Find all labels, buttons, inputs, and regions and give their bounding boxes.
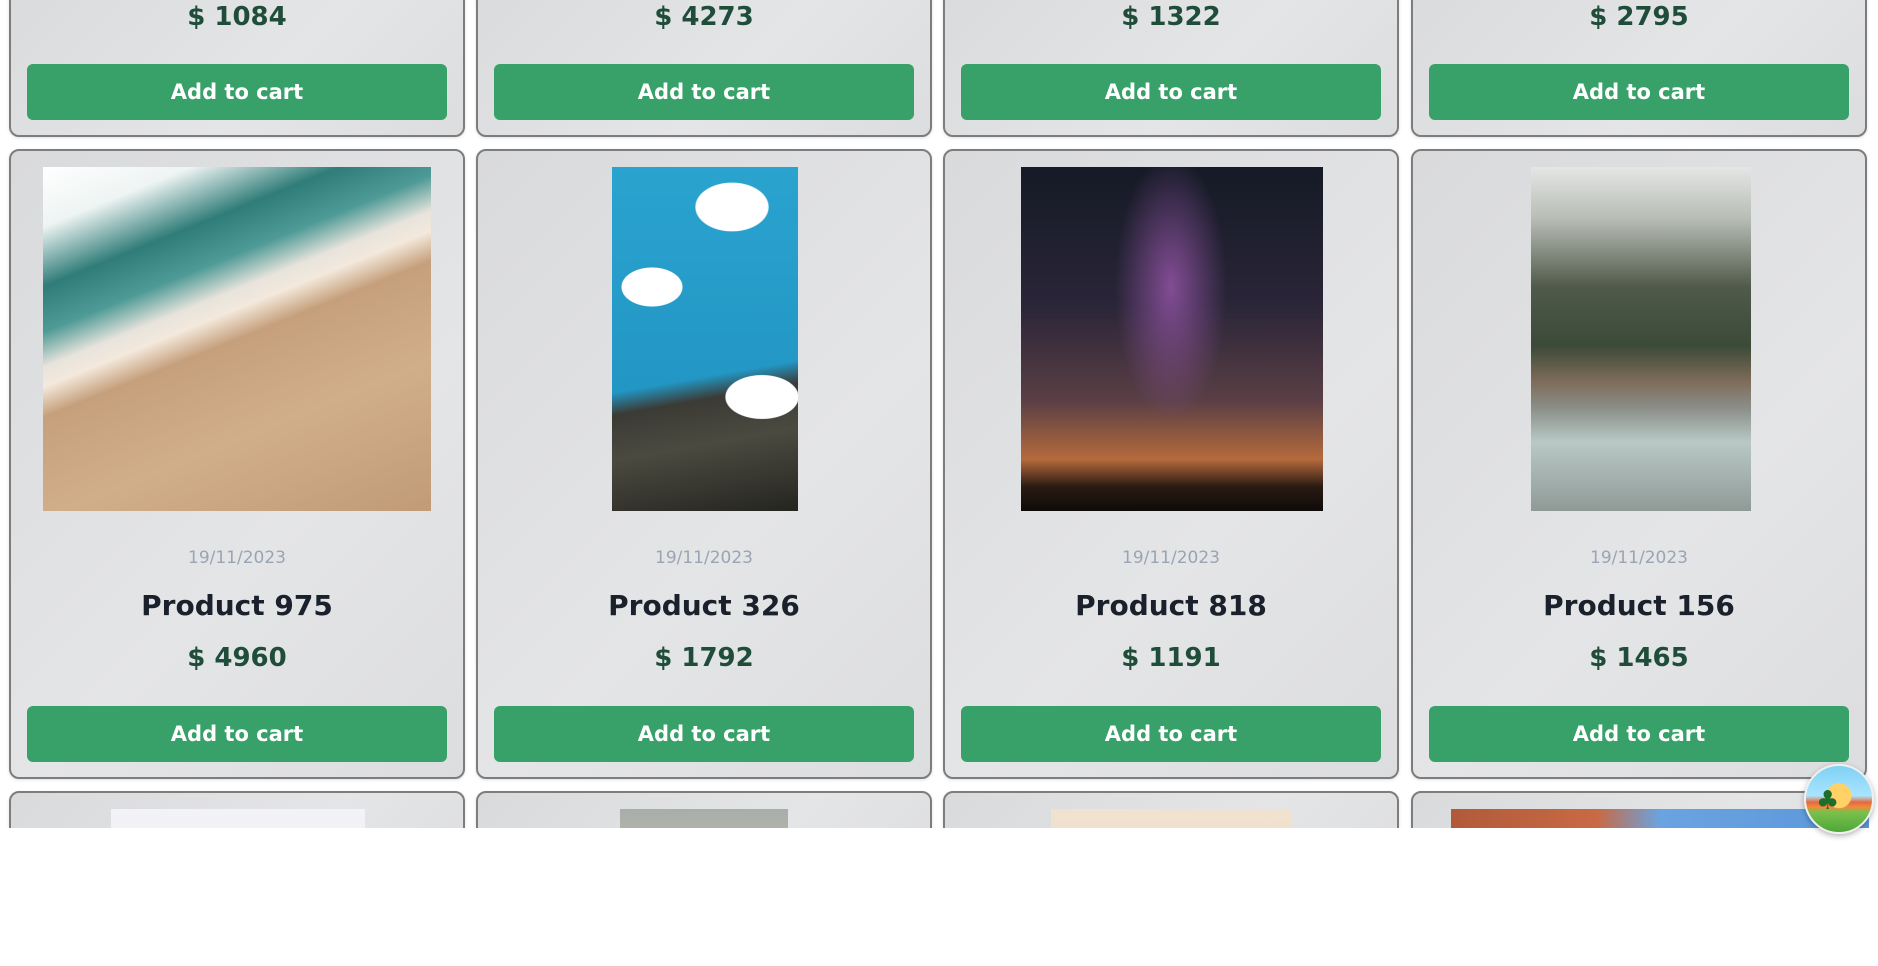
product-card: 19/11/2023 Product 975 $ 4960 Add to car… — [9, 149, 465, 779]
add-to-cart-button[interactable]: Add to cart — [494, 706, 914, 762]
palm-tree-icon: ♣ — [1816, 786, 1840, 816]
product-name: Product 818 — [1075, 589, 1267, 622]
product-price: $ 1084 — [187, 2, 287, 32]
product-image[interactable] — [1531, 167, 1751, 511]
product-card: 19/11/2023 Product 818 $ 1191 Add to car… — [943, 149, 1399, 779]
product-price: $ 1322 — [1121, 2, 1221, 32]
product-card — [943, 791, 1399, 828]
add-to-cart-button[interactable]: Add to cart — [494, 64, 914, 120]
product-card: 19/11/2023 Product 326 $ 1792 Add to car… — [476, 149, 932, 779]
product-card: $ 1084 Add to cart — [9, 0, 465, 137]
product-image[interactable] — [1021, 167, 1323, 511]
product-price: $ 1465 — [1589, 643, 1689, 673]
product-image[interactable] — [43, 167, 431, 511]
add-to-cart-button[interactable]: Add to cart — [1429, 64, 1849, 120]
product-card — [9, 791, 465, 828]
add-to-cart-button[interactable]: Add to cart — [27, 706, 447, 762]
product-grid: $ 1084 Add to cart $ 4273 Add to cart $ … — [0, 0, 1878, 828]
product-image[interactable] — [612, 167, 798, 511]
product-card — [1411, 791, 1869, 828]
product-name: Product 975 — [141, 589, 333, 622]
add-to-cart-button[interactable]: Add to cart — [961, 64, 1381, 120]
product-date: 19/11/2023 — [1590, 548, 1688, 568]
product-date: 19/11/2023 — [1122, 548, 1220, 568]
product-image[interactable] — [1051, 809, 1291, 828]
product-image[interactable] — [111, 809, 365, 828]
product-name: Product 156 — [1543, 589, 1735, 622]
add-to-cart-button[interactable]: Add to cart — [27, 64, 447, 120]
add-to-cart-button[interactable]: Add to cart — [1429, 706, 1849, 762]
product-price: $ 4960 — [187, 643, 287, 673]
product-card: $ 1322 Add to cart — [943, 0, 1399, 137]
product-price: $ 2795 — [1589, 2, 1689, 32]
product-card: $ 4273 Add to cart — [476, 0, 932, 137]
product-price: $ 1792 — [654, 643, 754, 673]
product-name: Product 326 — [608, 589, 800, 622]
product-card: 19/11/2023 Product 156 $ 1465 Add to car… — [1411, 149, 1867, 779]
add-to-cart-button[interactable]: Add to cart — [961, 706, 1381, 762]
product-card: $ 2795 Add to cart — [1411, 0, 1867, 137]
product-image[interactable] — [620, 809, 788, 828]
product-date: 19/11/2023 — [188, 548, 286, 568]
tropical-island-icon[interactable]: ♣ — [1804, 764, 1874, 834]
product-card — [476, 791, 932, 828]
product-price: $ 4273 — [654, 2, 754, 32]
product-price: $ 1191 — [1121, 643, 1221, 673]
product-date: 19/11/2023 — [655, 548, 753, 568]
